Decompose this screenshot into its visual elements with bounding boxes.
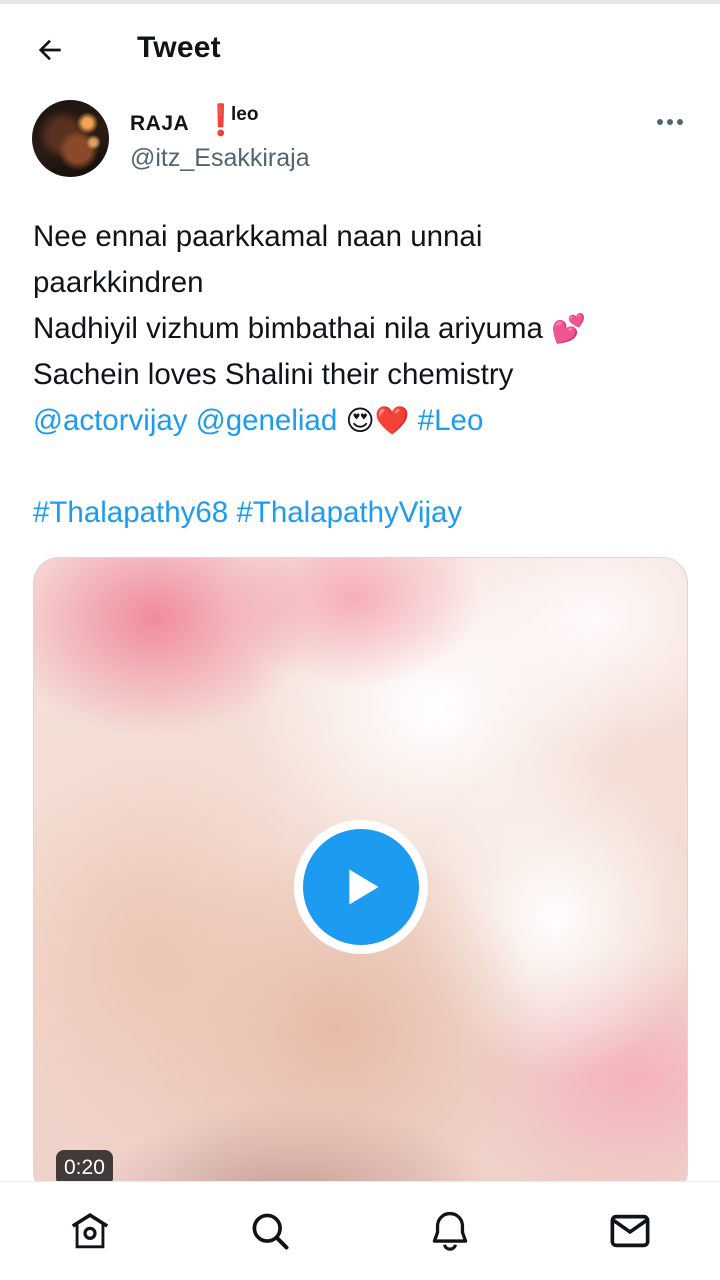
nav-home[interactable] [65, 1206, 115, 1256]
tweet-line-text: Nadhiyil vizhum bimbathai nila ariyuma [33, 312, 543, 345]
mention-geneliad[interactable]: @geneliad [196, 404, 338, 437]
heart-eyes-emoji: 😍❤️ [345, 405, 410, 436]
play-button[interactable] [294, 820, 428, 954]
bottom-navigation [0, 1181, 720, 1280]
tweet-author: RAJA ❗ leo @itz_Esakkiraja [32, 100, 692, 180]
more-options-button[interactable] [650, 108, 690, 136]
bell-icon [432, 1211, 468, 1251]
nav-search[interactable] [245, 1206, 295, 1256]
author-handle[interactable]: @itz_Esakkiraja [130, 144, 310, 173]
nav-messages[interactable] [605, 1206, 655, 1256]
avatar[interactable] [32, 100, 109, 177]
search-icon [252, 1213, 289, 1250]
tweet-line: Sachein loves Shalini their chemistry [33, 358, 514, 391]
tweet-text: Nee ennai paarkkamal naan unnai paarkkin… [33, 214, 683, 536]
back-button[interactable] [24, 26, 76, 74]
author-display-name[interactable]: RAJA [130, 112, 189, 136]
two-hearts-emoji: 💕 [551, 313, 586, 344]
tweet-line: #Thalapathy68 #ThalapathyVijay [33, 490, 683, 536]
hashtag-thalapathyvijay[interactable]: #ThalapathyVijay [236, 496, 462, 529]
nav-notifications[interactable] [425, 1206, 475, 1256]
author-name-suffix: leo [231, 104, 259, 125]
top-app-bar: Tweet [0, 4, 720, 92]
play-icon [349, 869, 379, 905]
page-title: Tweet [137, 31, 221, 64]
arrow-left-icon [38, 39, 61, 61]
more-horizontal-icon [657, 119, 663, 125]
hashtag-leo[interactable]: #Leo [418, 404, 484, 437]
tweet-line: paarkkindren [33, 266, 204, 299]
video-player[interactable]: 0:20 [33, 557, 688, 1197]
mention-actorvijay[interactable]: @actorvijay [33, 404, 188, 437]
home-icon [71, 1212, 109, 1249]
tweet-line: Nee ennai paarkkamal naan unnai [33, 220, 483, 253]
tweet-line: @actorvijay @geneliad 😍❤️ #Leo [33, 398, 683, 444]
tweet-line: Nadhiyil vizhum bimbathai nila ariyuma 💕 [33, 306, 683, 352]
hashtag-thalapathy68[interactable]: #Thalapathy68 [33, 496, 228, 529]
mail-icon [610, 1214, 650, 1248]
